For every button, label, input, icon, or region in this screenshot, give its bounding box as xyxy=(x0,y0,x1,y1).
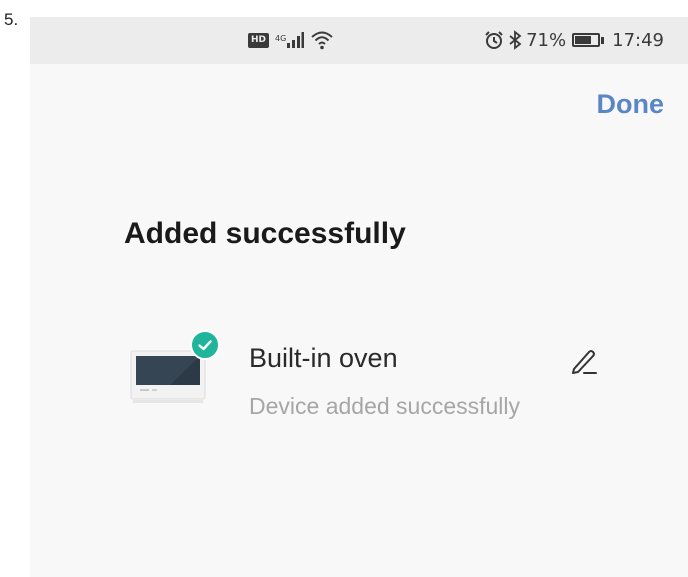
device-list-item[interactable]: Built-in oven Device added successfully xyxy=(30,327,688,447)
cell-signal-icon: 4G xyxy=(275,32,305,48)
clock: 17:49 xyxy=(612,29,664,51)
battery-level-fill xyxy=(575,36,591,44)
hd-icon: HD xyxy=(248,32,270,48)
step-label: 5. xyxy=(4,10,19,29)
bluetooth-icon xyxy=(508,30,522,50)
battery-body xyxy=(572,33,601,47)
alarm-icon xyxy=(484,30,504,50)
status-bar: HD 4G 71% 17:49 xyxy=(30,17,688,64)
phone-screen: HD 4G 71% 17:49 Done Added successfully … xyxy=(30,17,688,577)
pencil-icon[interactable] xyxy=(568,345,600,377)
device-status: Device added successfully xyxy=(249,393,521,419)
status-bar-left: HD 4G xyxy=(248,27,334,53)
device-name: Built-in oven xyxy=(249,343,398,373)
wifi-icon xyxy=(310,30,334,50)
network-type-label: 4G xyxy=(275,34,287,43)
done-button[interactable]: Done xyxy=(597,89,665,120)
page-title: Added successfully xyxy=(124,217,406,250)
check-icon xyxy=(190,330,220,360)
battery-icon xyxy=(572,33,605,47)
battery-tip xyxy=(601,36,605,44)
status-bar-right: 71% 17:49 xyxy=(484,27,664,53)
battery-percent: 71% xyxy=(526,29,567,51)
